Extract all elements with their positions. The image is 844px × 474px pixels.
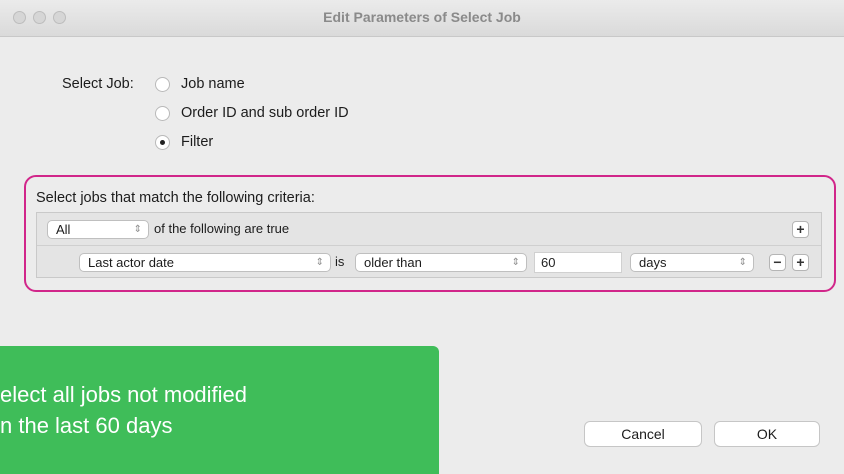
updown-chevron-icon: ⇕ [133,224,142,235]
rule-value-input[interactable]: 60 [534,252,622,273]
ok-button[interactable]: OK [714,421,820,447]
criteria-heading: Select jobs that match the following cri… [36,190,315,206]
criteria-match-row: All ⇕ of the following are true + [37,213,821,246]
remove-rule-button[interactable]: − [769,254,786,271]
radio-order-id-label[interactable]: Order ID and sub order ID [181,105,349,121]
add-rule-button[interactable]: + [792,221,809,238]
window-title: Edit Parameters of Select Job [323,9,521,25]
rule-comparison-value: older than [364,255,422,270]
select-job-label: Select Job: [62,76,134,92]
callout-text: elect all jobs not modified n the last 6… [0,382,248,438]
rule-operator-label: is [335,254,345,269]
radio-job-name[interactable] [155,77,170,92]
rule-unit-value: days [639,255,667,270]
updown-chevron-icon: ⇕ [511,257,520,268]
criteria-rules-panel: All ⇕ of the following are true + Last a… [36,212,822,278]
rule-comparison-select[interactable]: older than ⇕ [355,253,527,272]
rule-field-value: Last actor date [88,255,174,270]
match-mode-select[interactable]: All ⇕ [47,220,149,239]
updown-chevron-icon: ⇕ [738,257,747,268]
title-bar: Edit Parameters of Select Job [0,0,844,37]
cancel-button[interactable]: Cancel [584,421,702,447]
criteria-rule-row: Last actor date ⇕ is older than ⇕ 60 day… [37,246,821,278]
rule-field-select[interactable]: Last actor date ⇕ [79,253,331,272]
plus-icon: + [796,221,805,237]
radio-filter-label[interactable]: Filter [181,134,213,150]
radio-order-id[interactable] [155,106,170,121]
dialog-window: Edit Parameters of Select Job Select Job… [0,0,844,474]
minus-icon: − [773,254,782,270]
rule-unit-select[interactable]: days ⇕ [630,253,754,272]
updown-chevron-icon: ⇕ [315,257,324,268]
plus-icon: + [796,254,805,270]
add-rule-below-button[interactable]: + [792,254,809,271]
match-suffix-text: of the following are true [154,221,290,236]
radio-filter[interactable] [155,135,170,150]
match-mode-value: All [56,222,71,237]
radio-job-name-label[interactable]: Job name [181,76,245,92]
annotation-callout: elect all jobs not modified n the last 6… [0,346,439,474]
